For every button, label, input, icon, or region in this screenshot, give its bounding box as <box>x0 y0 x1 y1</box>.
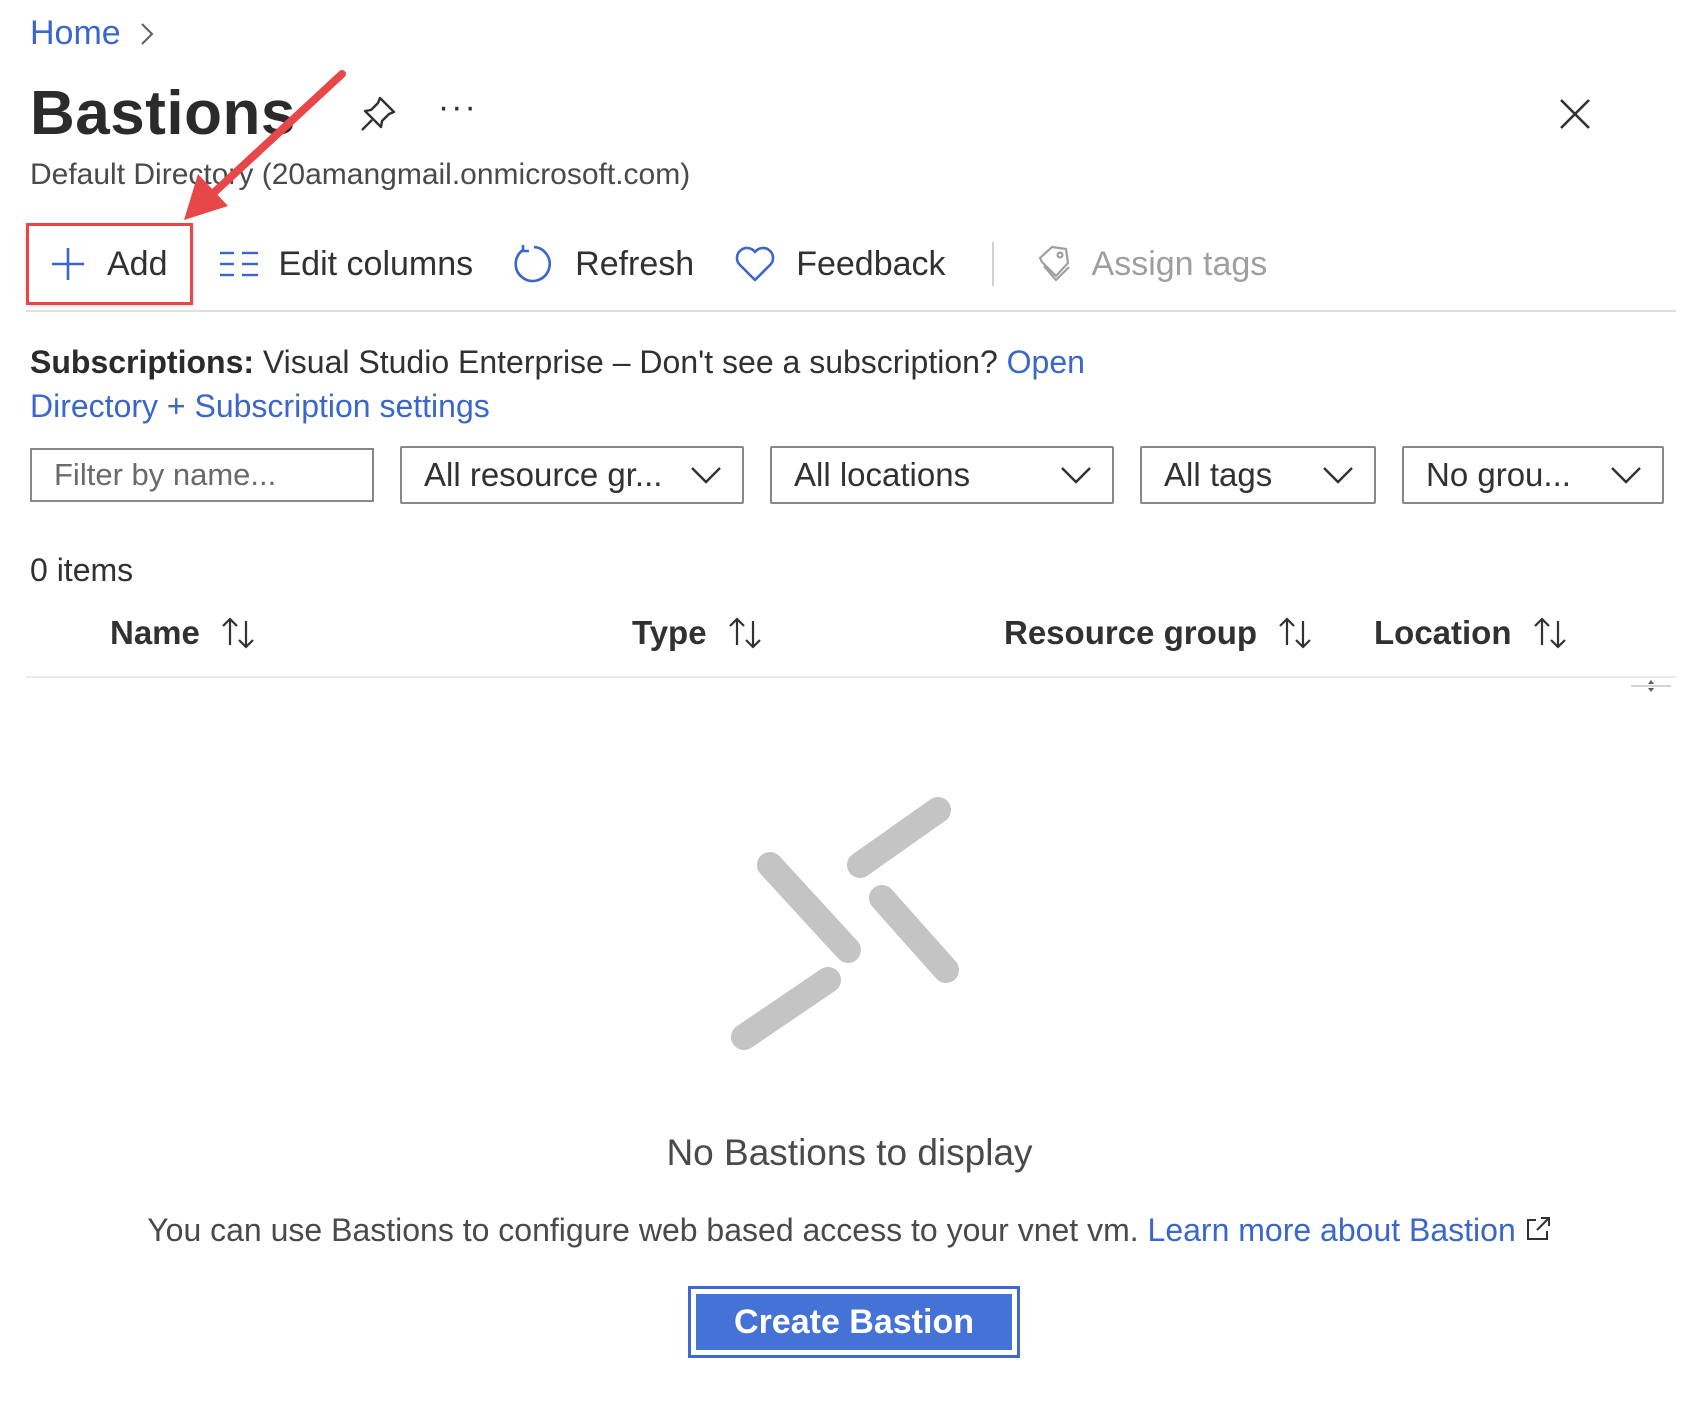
sort-icon <box>728 617 761 649</box>
toolbar-divider <box>991 242 994 286</box>
breadcrumb-home-link[interactable]: Home <box>30 14 121 53</box>
learn-more-label: Learn more about Bastion <box>1147 1212 1516 1248</box>
tags-dropdown[interactable]: All tags <box>1140 446 1376 504</box>
column-header-name[interactable]: Name <box>110 614 258 652</box>
column-header-label: Type <box>632 614 707 651</box>
refresh-label: Refresh <box>575 244 695 283</box>
bastions-page: Home Bastions ··· Default Directory (20a… <box>0 0 1699 1420</box>
refresh-icon <box>514 245 552 283</box>
locations-dropdown-value: All locations <box>794 456 971 493</box>
column-header-resource-group[interactable]: Resource group <box>1004 614 1315 652</box>
subscriptions-label: Subscriptions: <box>30 344 255 380</box>
column-header-location[interactable]: Location <box>1374 614 1570 652</box>
command-bar: Add Edit columns Refresh Feedback Assign… <box>26 218 1676 312</box>
plus-icon <box>52 248 84 280</box>
tags-dropdown-value: All tags <box>1164 456 1273 493</box>
subscriptions-info: Subscriptions: Visual Studio Enterprise … <box>30 340 1190 428</box>
feedback-button[interactable]: Feedback <box>714 223 965 305</box>
sort-icon <box>1279 617 1311 649</box>
resource-group-dropdown[interactable]: All resource gr... <box>400 446 744 504</box>
sort-icon <box>222 617 254 649</box>
add-button[interactable]: Add <box>26 223 193 305</box>
learn-more-link[interactable]: Learn more about Bastion <box>1148 1212 1552 1248</box>
column-resize-handle[interactable] <box>1631 679 1671 693</box>
breadcrumb: Home <box>30 14 155 53</box>
empty-state-description: You can use Bastions to configure web ba… <box>0 1212 1699 1249</box>
assign-tags-label: Assign tags <box>1091 244 1268 283</box>
subscriptions-text: Visual Studio Enterprise – Don't see a s… <box>262 344 998 380</box>
sort-icon <box>1533 617 1566 649</box>
add-button-label: Add <box>107 244 168 283</box>
more-icon[interactable]: ··· <box>438 88 478 127</box>
create-bastion-button[interactable]: Create Bastion <box>688 1286 1020 1358</box>
column-header-label: Location <box>1374 614 1512 651</box>
edit-columns-label: Edit columns <box>278 244 474 283</box>
bastion-empty-icon <box>731 797 959 1050</box>
grouping-dropdown-value: No grou... <box>1426 456 1571 493</box>
grouping-dropdown[interactable]: No grou... <box>1402 446 1664 504</box>
chevron-right-icon <box>140 22 154 45</box>
tag-icon <box>1038 245 1070 282</box>
feedback-label: Feedback <box>796 244 946 283</box>
edit-columns-icon <box>219 251 258 277</box>
close-icon[interactable] <box>1555 94 1595 134</box>
empty-state-description-text: You can use Bastions to configure web ba… <box>147 1212 1139 1248</box>
column-header-type[interactable]: Type <box>632 614 765 652</box>
filter-by-name-input[interactable] <box>30 448 374 502</box>
external-link-icon <box>1526 1217 1550 1240</box>
items-count: 0 items <box>30 552 134 588</box>
assign-tags-button[interactable]: Assign tags <box>1016 223 1288 305</box>
chevron-down-icon <box>691 467 721 484</box>
refresh-button[interactable]: Refresh <box>493 223 714 305</box>
column-header-label: Name <box>110 614 200 651</box>
heart-icon <box>735 246 775 282</box>
column-header-label: Resource group <box>1004 614 1258 651</box>
filter-bar: All resource gr... All locations All tag… <box>30 446 1664 504</box>
empty-state-title: No Bastions to display <box>666 1132 1033 1173</box>
chevron-down-icon <box>1611 467 1641 484</box>
page-title: Bastions <box>30 79 296 148</box>
directory-subtitle: Default Directory (20amangmail.onmicroso… <box>30 158 691 191</box>
title-row: Bastions ··· <box>30 78 478 149</box>
resource-group-dropdown-value: All resource gr... <box>424 456 663 493</box>
table-header: Name Type Resource group Location <box>26 606 1676 678</box>
chevron-down-icon <box>1061 467 1091 484</box>
chevron-down-icon <box>1323 467 1353 484</box>
pin-icon[interactable] <box>356 92 400 136</box>
edit-columns-button[interactable]: Edit columns <box>199 223 494 305</box>
locations-dropdown[interactable]: All locations <box>770 446 1114 504</box>
